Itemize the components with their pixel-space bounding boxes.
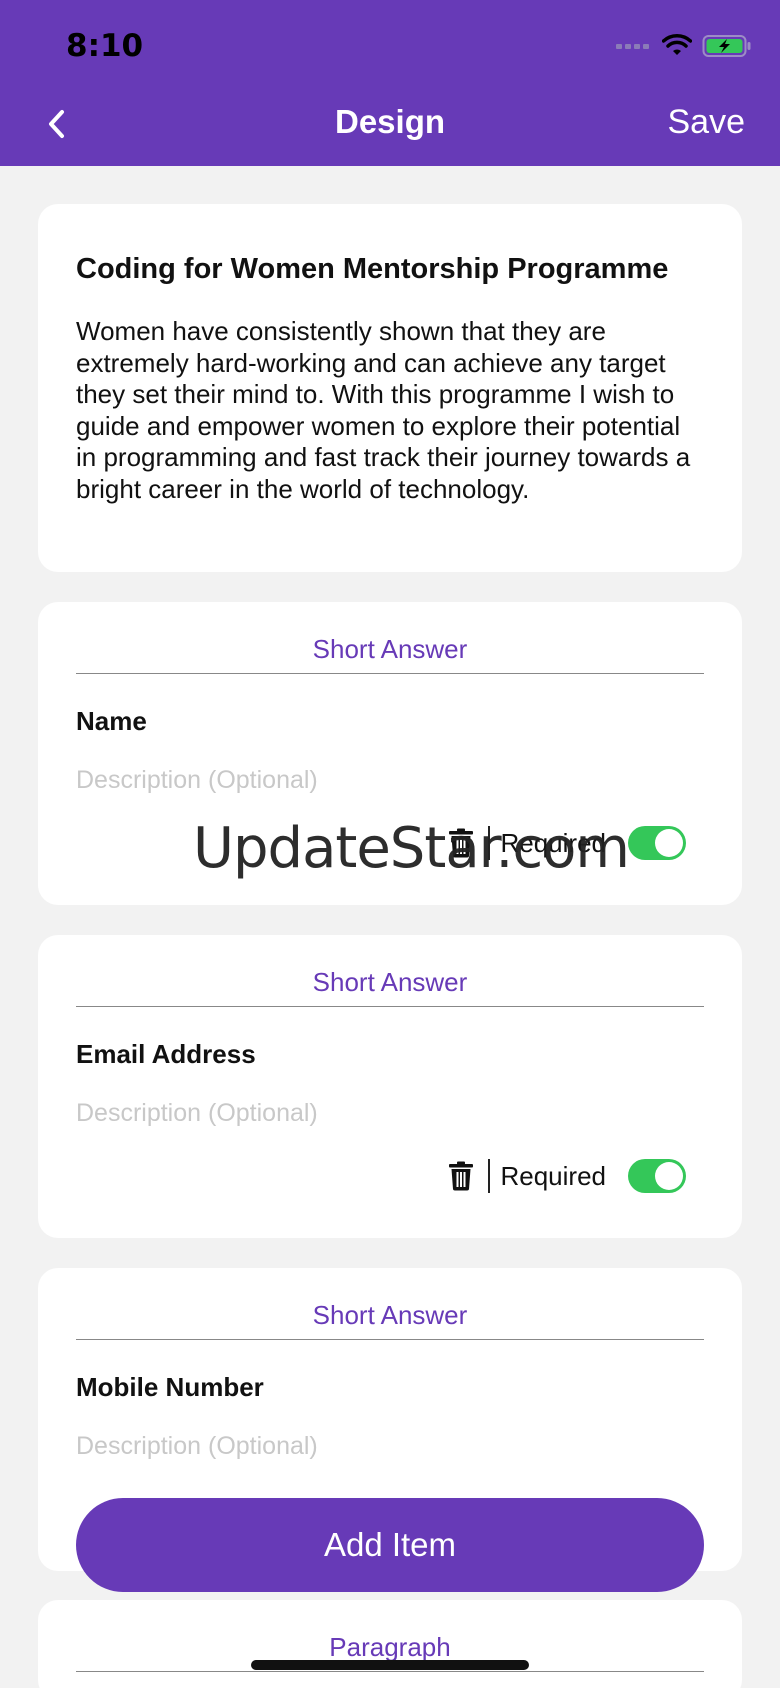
required-toggle[interactable]	[628, 1159, 686, 1193]
form-title[interactable]: Coding for Women Mentorship Programme	[76, 252, 704, 286]
question-type-selector[interactable]: Short Answer	[76, 959, 704, 1007]
question-label[interactable]: Name	[76, 706, 147, 737]
question-label[interactable]: Email Address	[76, 1039, 256, 1070]
question-card: Short Answer Email Address Description (…	[38, 935, 742, 1238]
status-time: 8:10	[66, 28, 144, 64]
status-icons	[616, 34, 752, 58]
battery-icon	[702, 35, 751, 57]
question-card: Paragraph	[38, 1600, 742, 1688]
toggle-knob	[655, 829, 683, 857]
required-toggle[interactable]	[628, 826, 686, 860]
page-title: Design	[334, 103, 446, 140]
signal-icon	[616, 44, 649, 49]
form-intro-card[interactable]: Coding for Women Mentorship Programme Wo…	[38, 204, 742, 572]
question-type-selector[interactable]: Short Answer	[76, 626, 704, 674]
watermark: UpdateStar.com	[193, 816, 630, 881]
nav-bar: 8:10 Design Save	[0, 0, 780, 166]
save-button[interactable]: Save	[668, 103, 746, 142]
trash-icon	[449, 1161, 474, 1191]
add-item-button[interactable]: Add Item	[76, 1498, 704, 1592]
question-footer: Required	[448, 1157, 686, 1195]
question-description-input[interactable]: Description (Optional)	[76, 1099, 318, 1128]
delete-question-button[interactable]	[448, 1160, 476, 1192]
question-description-input[interactable]: Description (Optional)	[76, 1432, 318, 1461]
question-description-input[interactable]: Description (Optional)	[76, 766, 318, 795]
home-indicator	[251, 1660, 529, 1670]
form-description[interactable]: Women have consistently shown that they …	[76, 316, 704, 505]
wifi-icon	[662, 34, 692, 55]
required-label: Required	[500, 1160, 606, 1191]
question-type-selector[interactable]: Short Answer	[76, 1292, 704, 1340]
toggle-knob	[655, 1162, 683, 1190]
question-label[interactable]: Mobile Number	[76, 1372, 264, 1403]
divider	[488, 1159, 491, 1193]
